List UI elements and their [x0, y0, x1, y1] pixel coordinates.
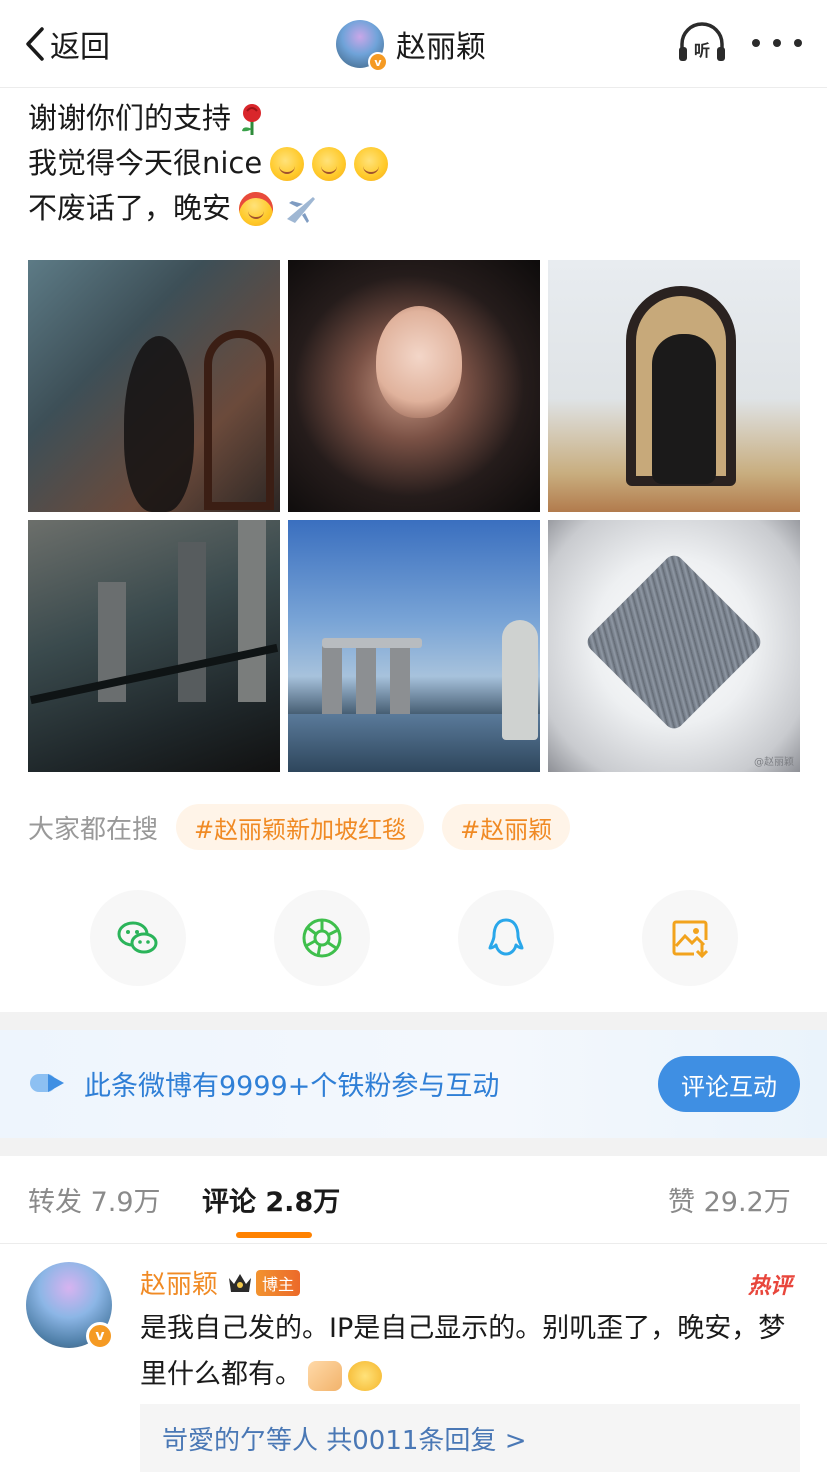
- post-image[interactable]: [28, 260, 280, 512]
- handshake-emoji-icon: [308, 1360, 342, 1391]
- verified-badge: v: [86, 1322, 114, 1350]
- post-line-text: 我觉得今天很nice: [28, 146, 263, 180]
- post-body: 谢谢你们的支持 我觉得今天很nice 不废话了，晚安: [28, 96, 808, 231]
- dot-icon: [752, 39, 760, 47]
- fans-interaction-banner: 此条微博有9999+个铁粉参与互动 评论互动: [0, 1030, 827, 1138]
- crown-icon: [229, 1273, 252, 1292]
- image-grid: @赵丽颖: [28, 260, 800, 772]
- comment-body: 是我自己发的。IP是自己显示的。别叽歪了，晚安，梦里什么都有。: [140, 1313, 786, 1390]
- section-divider: [0, 1012, 827, 1030]
- comment-text: 是我自己发的。IP是自己显示的。别叽歪了，晚安，梦里什么都有。: [140, 1306, 800, 1398]
- author-avatar[interactable]: v: [336, 20, 388, 72]
- tab-comments[interactable]: 评论 2.8万: [202, 1180, 340, 1219]
- comment-interaction-button[interactable]: 评论互动: [658, 1056, 800, 1112]
- commenter-name[interactable]: 赵丽颖: [140, 1264, 218, 1301]
- hotel-tower: [322, 644, 342, 714]
- smiling-face-emoji-icon: [270, 146, 305, 181]
- commenter-avatar[interactable]: v: [26, 1262, 114, 1350]
- smiling-face-emoji-icon: [354, 146, 389, 181]
- post-line: 我觉得今天很nice: [28, 141, 808, 186]
- active-tab-indicator: [236, 1232, 312, 1238]
- fans-banner-text: 此条微博有9999+个铁粉参与互动: [84, 1071, 500, 1102]
- image-watermark: @赵丽颖: [754, 757, 794, 768]
- hug-face-emoji-icon: [348, 1360, 382, 1391]
- view-replies-link[interactable]: 岢愛的亇等人 共0011条回复 >: [162, 1420, 526, 1457]
- post-line-text: 谢谢你们的支持: [28, 101, 232, 135]
- rose-emoji-icon: [242, 103, 262, 135]
- post-image[interactable]: [548, 260, 800, 512]
- post-image[interactable]: [28, 520, 280, 772]
- moments-icon: [302, 918, 342, 958]
- share-moments-button[interactable]: [274, 890, 370, 986]
- hotel-tower: [390, 644, 410, 714]
- chevron-left-icon: [26, 27, 44, 61]
- qq-icon: [488, 918, 524, 956]
- building-shape: [178, 542, 206, 702]
- post-line: 不废话了，晚安: [28, 186, 808, 231]
- post-image[interactable]: [288, 520, 540, 772]
- hotel-tower: [356, 644, 376, 714]
- comment-header: 赵丽颖 博主: [140, 1264, 301, 1301]
- blue-rice-dish: [583, 551, 765, 733]
- back-label: 返回: [50, 30, 110, 65]
- post-image[interactable]: [288, 260, 540, 512]
- wechat-icon: [117, 921, 158, 954]
- dot-icon: [773, 39, 781, 47]
- cake-face-emoji-icon: [239, 191, 274, 226]
- post-image[interactable]: @赵丽颖: [548, 520, 800, 772]
- comment-replies-box[interactable]: 岢愛的亇等人 共0011条回复 >: [140, 1404, 800, 1472]
- tab-likes[interactable]: 赞 29.2万: [668, 1180, 791, 1219]
- dot-icon: [794, 39, 802, 47]
- author-name[interactable]: 赵丽颖: [396, 22, 486, 66]
- trending-tag[interactable]: #赵丽颖: [442, 804, 571, 850]
- author-role-badge: 博主: [256, 1269, 301, 1296]
- listen-label: 听: [694, 41, 710, 60]
- stair-railing: [204, 330, 274, 510]
- person-silhouette: [652, 334, 716, 484]
- post-line-text: 不废话了，晚安: [28, 191, 232, 225]
- skypark-deck: [322, 638, 422, 648]
- header-author[interactable]: v 赵丽颖: [336, 18, 486, 72]
- post-line: 谢谢你们的支持: [28, 96, 808, 141]
- fans-badge-icon: [30, 1074, 64, 1092]
- section-divider: [0, 1138, 827, 1156]
- more-options-button[interactable]: [752, 30, 802, 56]
- portrait-face: [376, 306, 462, 418]
- save-image-button[interactable]: [642, 890, 738, 986]
- building-shape: [238, 520, 266, 702]
- airplane-emoji-icon: [287, 196, 316, 223]
- top-nav-bar: 返回 v 赵丽颖 听: [0, 0, 827, 88]
- tab-reposts[interactable]: 转发 7.9万: [28, 1180, 161, 1219]
- save-image-icon: [672, 920, 709, 959]
- trending-tag[interactable]: #赵丽颖新加坡红毯: [176, 804, 425, 850]
- trending-search-row: 大家都在搜 #赵丽颖新加坡红毯 #赵丽颖: [28, 804, 588, 850]
- hot-comment-badge: 热评: [748, 1274, 793, 1299]
- listen-headphone-icon[interactable]: 听: [676, 20, 728, 66]
- share-qq-button[interactable]: [458, 890, 554, 986]
- person-silhouette: [124, 336, 194, 512]
- smiling-face-emoji-icon: [312, 146, 347, 181]
- back-button[interactable]: 返回: [22, 22, 110, 66]
- interaction-tabs: 转发 7.9万 评论 2.8万 赞 29.2万: [0, 1156, 827, 1244]
- verified-badge: v: [368, 52, 388, 72]
- merlion-statue: [502, 620, 538, 740]
- share-wechat-button[interactable]: [90, 890, 186, 986]
- trending-search-label: 大家都在搜: [28, 814, 159, 845]
